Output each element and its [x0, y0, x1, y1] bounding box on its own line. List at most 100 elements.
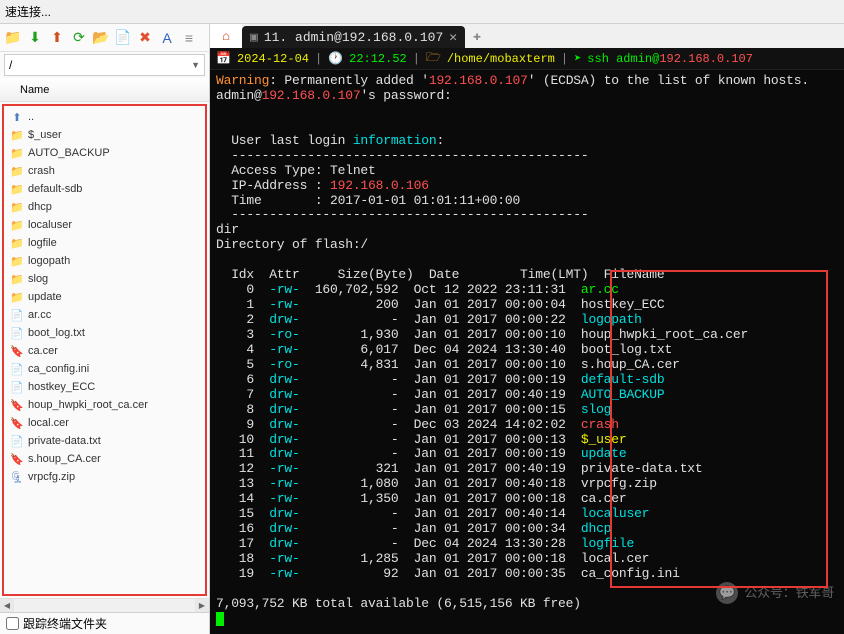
file-name: .. — [28, 111, 34, 123]
folder-icon: 📁 — [10, 272, 24, 286]
file-item[interactable]: 📁default-sdb — [4, 180, 205, 198]
file-item[interactable]: 🔖 s.houp_CA.cer — [4, 450, 205, 468]
folder-icon: 📁 — [10, 218, 24, 232]
zip-icon: 🗜 — [10, 470, 24, 484]
file-item[interactable]: 🔖 local.cer — [4, 414, 205, 432]
path-dropdown[interactable]: / ▼ — [4, 54, 205, 76]
folder-icon: 📁 — [10, 146, 24, 160]
tab-bar: ⌂ ▣ 11. admin@192.168.0.107 ✕ ✚ — [210, 24, 844, 48]
file-name: houp_hwpki_root_ca.cer — [28, 399, 148, 411]
file-name: logopath — [28, 255, 70, 267]
download-icon[interactable]: ⬇ — [26, 29, 44, 47]
file-name: boot_log.txt — [28, 327, 85, 339]
follow-terminal-label: 跟踪终端文件夹 — [23, 615, 107, 632]
file-name: s.houp_CA.cer — [28, 453, 101, 465]
quick-connect-bar: 速连接... — [0, 0, 844, 24]
file-item[interactable]: 📄 private-data.txt — [4, 432, 205, 450]
terminal-output[interactable]: Warning: Permanently added '192.168.0.10… — [210, 70, 844, 634]
terminal-status-bar: 📅 2024-12-04 | 🕐 22:12.52 | 🗁 /home/moba… — [210, 48, 844, 70]
file-name: ca_config.ini — [28, 363, 89, 375]
delete-icon[interactable]: ✖ — [136, 29, 154, 47]
file-item[interactable]: 📁 AUTO_BACKUP — [4, 144, 205, 162]
clock-icon: 🕐 — [328, 51, 343, 66]
cert-icon: 🔖 — [10, 344, 24, 358]
path-value: / — [9, 58, 12, 72]
h-scrollbar[interactable]: ◀ ▶ — [0, 598, 209, 612]
file-item[interactable]: ⬆.. — [4, 108, 205, 126]
status-date: 2024-12-04 — [237, 52, 309, 66]
file-name: vrpcfg.zip — [28, 471, 75, 483]
sftp-panel: 📁 ⬇ ⬆ ⟳ 📂 📄 ✖ A ≡ / ▼ Name ⬆.. 📁 $_user 📁 AU… — [0, 24, 210, 634]
folder-path-icon: 🗁 — [426, 48, 441, 69]
font-icon[interactable]: A — [158, 29, 176, 47]
file-item[interactable]: 📁 logopath — [4, 252, 205, 270]
file-item[interactable]: 📄 hostkey_ECC — [4, 378, 205, 396]
follow-terminal-checkbox[interactable] — [6, 617, 19, 630]
file-icon: 📄 — [10, 434, 24, 448]
folder-icon: 📁 — [10, 200, 24, 214]
file-name: localuser — [28, 219, 72, 231]
file-name: $_user — [28, 129, 62, 141]
folder-icon: 📁 — [10, 128, 24, 142]
file-item[interactable]: 📄ar.cc — [4, 306, 205, 324]
file-name: private-data.txt — [28, 435, 101, 447]
calendar-icon: 📅 — [216, 51, 231, 66]
cert-icon: 🔖 — [10, 452, 24, 466]
file-name: local.cer — [28, 417, 69, 429]
file-name: ca.cer — [28, 345, 58, 357]
file-item[interactable]: 🔖 houp_hwpki_root_ca.cer — [4, 396, 205, 414]
cert-icon: 🔖 — [10, 416, 24, 430]
file-icon: 📄 — [10, 380, 24, 394]
file-name: AUTO_BACKUP — [28, 147, 110, 159]
file-item[interactable]: 📁 slog — [4, 270, 205, 288]
column-header[interactable]: Name — [0, 78, 209, 102]
file-item[interactable]: 📁dhcp — [4, 198, 205, 216]
sftp-toolbar: 📁 ⬇ ⬆ ⟳ 📂 📄 ✖ A ≡ — [0, 24, 209, 52]
file-name: update — [28, 291, 62, 303]
folder-icon: 📁 — [10, 254, 24, 268]
file-name: slog — [28, 273, 48, 285]
folder-icon: 📁 — [10, 290, 24, 304]
file-item[interactable]: 📁 localuser — [4, 216, 205, 234]
cert-icon: 🔖 — [10, 398, 24, 412]
file-item[interactable]: 📁crash — [4, 162, 205, 180]
chevron-down-icon: ▼ — [191, 60, 200, 70]
file-name: hostkey_ECC — [28, 381, 95, 393]
file-item[interactable]: 📄 ca_config.ini — [4, 360, 205, 378]
file-name: crash — [28, 165, 55, 177]
close-icon[interactable]: ✕ — [449, 30, 457, 45]
file-item[interactable]: 📁 $_user — [4, 126, 205, 144]
file-item[interactable]: 🔖 ca.cer — [4, 342, 205, 360]
new-file-icon[interactable]: 📄 — [114, 29, 132, 47]
status-time: 22:12.52 — [349, 52, 407, 66]
file-tree: ⬆..📁$_user📁AUTO_BACKUP📁crash📁default-sdb… — [2, 104, 207, 596]
add-tab-button[interactable]: ✚ — [465, 24, 489, 48]
list-icon[interactable]: ≡ — [180, 29, 198, 47]
home-tab[interactable]: ⌂ — [210, 24, 242, 48]
scroll-right-icon[interactable]: ▶ — [195, 599, 209, 612]
highlight-box — [610, 270, 828, 588]
terminal-icon: ▣ — [250, 30, 258, 45]
file-item[interactable]: 🗜 vrpcfg.zip — [4, 468, 205, 486]
new-folder-icon[interactable]: 📂 — [92, 29, 110, 47]
file-name: logfile — [28, 237, 57, 249]
upload-icon[interactable]: ⬆ — [48, 29, 66, 47]
file-item[interactable]: 📁 update — [4, 288, 205, 306]
tab-title: 11. admin@192.168.0.107 — [264, 30, 443, 45]
up-icon: ⬆ — [10, 110, 24, 124]
folder-icon: 📁 — [10, 182, 24, 196]
refresh-icon[interactable]: ⟳ — [70, 29, 88, 47]
file-item[interactable]: 📄 boot_log.txt — [4, 324, 205, 342]
scroll-left-icon[interactable]: ◀ — [0, 599, 14, 612]
terminal-tab[interactable]: ▣ 11. admin@192.168.0.107 ✕ — [242, 26, 465, 48]
folder-icon: 📁 — [10, 236, 24, 250]
terminal-panel: ⌂ ▣ 11. admin@192.168.0.107 ✕ ✚ 📅 2024-1… — [210, 24, 844, 634]
status-path: /home/mobaxterm — [447, 52, 555, 66]
quick-connect-label: 速连接... — [5, 3, 51, 20]
file-icon: 📄 — [10, 326, 24, 340]
file-item[interactable]: 📁 logfile — [4, 234, 205, 252]
ini-icon: 📄 — [10, 362, 24, 376]
folder-icon[interactable]: 📁 — [4, 29, 22, 47]
prompt-icon: ➤ — [574, 51, 581, 66]
home-icon: ⌂ — [222, 29, 230, 44]
